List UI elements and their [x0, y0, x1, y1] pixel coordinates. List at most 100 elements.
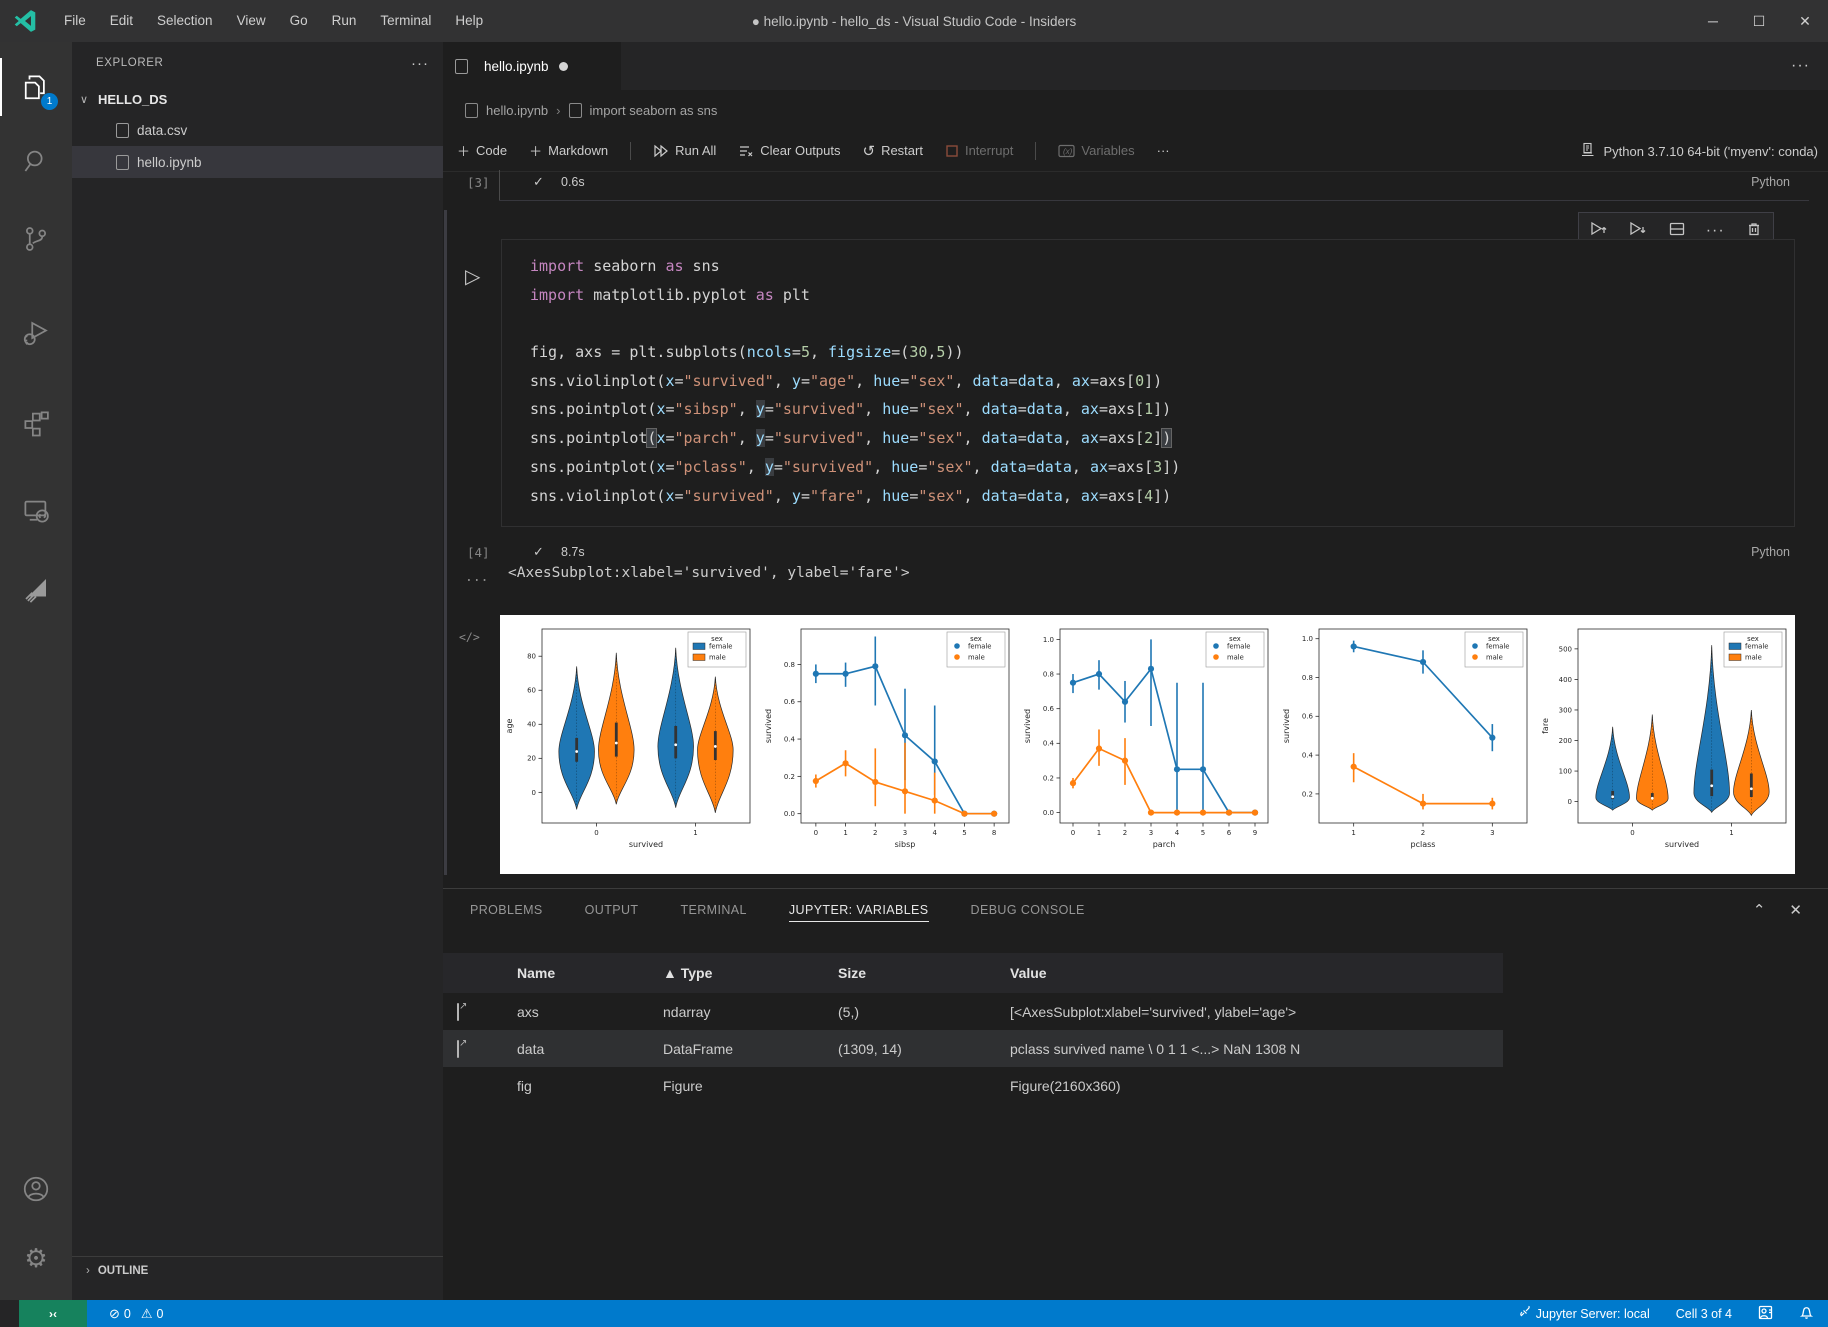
svg-text:female: female: [1227, 643, 1250, 651]
code-line[interactable]: import matplotlib.pyplot as plt: [530, 281, 1794, 310]
breadcrumb-file[interactable]: hello.ipynb: [486, 103, 548, 118]
svg-text:male: male: [968, 654, 985, 662]
menu-item-edit[interactable]: Edit: [98, 0, 145, 42]
sidebar-item-run-debug[interactable]: [0, 304, 72, 362]
open-in-data-viewer-icon[interactable]: [457, 1040, 459, 1058]
menu-item-help[interactable]: Help: [443, 0, 495, 42]
code-line[interactable]: sns.pointplot(x="pclass", y="survived", …: [530, 453, 1794, 482]
account-icon[interactable]: [0, 1160, 72, 1218]
run-cell-button[interactable]: ▷: [465, 264, 480, 289]
run-all-button[interactable]: Run All: [653, 143, 716, 159]
remote-indicator[interactable]: ›‹: [19, 1300, 87, 1327]
maximize-icon[interactable]: ☐: [1736, 0, 1782, 42]
menu-item-go[interactable]: Go: [278, 0, 320, 42]
explorer-more-icon[interactable]: ···: [411, 55, 429, 72]
panel-tab-problems[interactable]: PROBLEMS: [470, 903, 543, 921]
code-line[interactable]: sns.pointplot(x="parch", y="survived", h…: [530, 424, 1794, 453]
clear-outputs-button[interactable]: Clear Outputs: [738, 143, 840, 159]
interrupt-kernel-button: Interrupt: [945, 143, 1013, 158]
svg-text:100: 100: [1559, 767, 1572, 775]
editor-actions-more-icon[interactable]: ···: [1791, 42, 1810, 90]
tab-hello-ipynb[interactable]: hello.ipynb: [443, 42, 621, 90]
cell-more-actions-icon[interactable]: ···: [1706, 222, 1725, 240]
svg-text:2: 2: [1123, 829, 1127, 837]
variable-row-data[interactable]: dataDataFrame(1309, 14)pclass survived n…: [443, 1030, 1503, 1067]
run-all-icon: [653, 143, 669, 159]
breadcrumb-symbol[interactable]: import seaborn as sns: [590, 103, 718, 118]
cell4-execution-count: [4]: [467, 545, 490, 560]
code-line[interactable]: fig, axs = plt.subplots(ncols=5, figsize…: [530, 338, 1794, 367]
add-code-cell-button[interactable]: ＋Code: [457, 141, 507, 160]
cell3-execution-count: [3]: [467, 175, 490, 190]
toolbar-more-icon[interactable]: ···: [1157, 143, 1170, 158]
panel-tab-jupyter-variables[interactable]: JUPYTER: VARIABLES: [789, 903, 929, 922]
sidebar-item-explorer[interactable]: 1: [0, 58, 72, 116]
menu-item-selection[interactable]: Selection: [145, 0, 225, 42]
panel-tab-output[interactable]: OUTPUT: [585, 903, 639, 921]
output-marker: ...: [465, 570, 488, 585]
toolbar-divider: [630, 142, 631, 160]
column-header-size[interactable]: Size: [838, 965, 1010, 981]
success-check-icon: ✓: [533, 544, 544, 560]
svg-text:0.8: 0.8: [784, 661, 795, 669]
cell-position-status[interactable]: Cell 3 of 4: [1676, 1307, 1732, 1321]
menu-item-terminal[interactable]: Terminal: [368, 0, 443, 42]
menu-item-run[interactable]: Run: [320, 0, 369, 42]
panel-close-icon[interactable]: ✕: [1789, 901, 1802, 919]
svg-text:female: female: [709, 643, 732, 651]
kernel-picker[interactable]: Python 3.7.10 64-bit ('myenv': conda): [1580, 130, 1818, 172]
open-in-data-viewer-icon[interactable]: [457, 1003, 459, 1021]
breadcrumb[interactable]: hello.ipynb › import seaborn as sns: [443, 90, 1828, 130]
restart-kernel-button[interactable]: ↺ Restart: [862, 142, 922, 160]
column-header-value[interactable]: Value: [1010, 965, 1503, 981]
connect-icon: [1518, 1305, 1532, 1322]
svg-text:0: 0: [594, 829, 598, 837]
notebook-toolbar: ＋Code ＋Markdown Run All Clear Outputs ↺ …: [443, 130, 1828, 172]
feedback-icon[interactable]: [1758, 1305, 1773, 1323]
cell4-language[interactable]: Python: [1751, 545, 1790, 559]
menu-bar[interactable]: FileEditSelectionViewGoRunTerminalHelp: [52, 0, 495, 42]
variable-row-fig[interactable]: figFigureFigure(2160x360): [443, 1067, 1503, 1104]
code-line[interactable]: sns.violinplot(x="survived", y="age", hu…: [530, 367, 1794, 396]
column-header-name[interactable]: Name: [517, 965, 663, 981]
clear-outputs-icon: [738, 143, 754, 159]
sidebar-item-source-control[interactable]: [0, 210, 72, 268]
code-line[interactable]: sns.pointplot(x="sibsp", y="survived", h…: [530, 395, 1794, 424]
variable-row-axs[interactable]: axsndarray(5,)[<AxesSubplot:xlabel='surv…: [443, 993, 1503, 1030]
add-markdown-cell-button[interactable]: ＋Markdown: [529, 141, 608, 160]
code-line[interactable]: [530, 309, 1794, 338]
menu-item-file[interactable]: File: [52, 0, 98, 42]
svg-text:3: 3: [903, 829, 907, 837]
explorer-sidebar: EXPLORER ··· ∨ HELLO_DS data.csvhello.ip…: [72, 42, 443, 1300]
code-line[interactable]: sns.violinplot(x="survived", y="fare", h…: [530, 482, 1794, 511]
code-editor[interactable]: import seaborn as snsimport matplotlib.p…: [501, 239, 1795, 527]
folder-hello-ds[interactable]: ∨ HELLO_DS: [72, 84, 443, 114]
sidebar-item-jupyter[interactable]: [0, 560, 72, 618]
notifications-bell-icon[interactable]: [1799, 1305, 1814, 1323]
close-icon[interactable]: ✕: [1782, 0, 1828, 42]
code-line[interactable]: import seaborn as sns: [530, 252, 1794, 281]
remote-window-icon: ›‹: [49, 1307, 57, 1321]
sidebar-title: EXPLORER: [96, 57, 411, 69]
settings-gear-icon[interactable]: ⚙: [0, 1230, 72, 1288]
problems-status[interactable]: ⊘0 ⚠0: [109, 1306, 163, 1322]
svg-text:2: 2: [1421, 829, 1425, 837]
chevron-down-icon: ∨: [80, 93, 98, 106]
svg-text:60: 60: [527, 687, 536, 695]
minimize-icon[interactable]: ─: [1690, 0, 1736, 42]
jupyter-server-status[interactable]: Jupyter Server: local: [1518, 1305, 1650, 1322]
sidebar-item-remote-explorer[interactable]: [0, 482, 72, 540]
file-item-data.csv[interactable]: data.csv: [72, 114, 443, 146]
outline-section[interactable]: › OUTLINE: [72, 1256, 443, 1284]
file-item-hello.ipynb[interactable]: hello.ipynb: [72, 146, 443, 178]
panel-tab-debug-console[interactable]: DEBUG CONSOLE: [971, 903, 1085, 921]
panel-tab-terminal[interactable]: TERMINAL: [680, 903, 746, 921]
panel-maximize-icon[interactable]: ⌃: [1753, 901, 1766, 919]
kernel-icon: [1580, 142, 1596, 161]
subplot-survived-fare: 010020030040050001survivedfaresexfemalem…: [1536, 615, 1795, 874]
column-header-type[interactable]: ▲ Type: [663, 965, 838, 981]
menu-item-view[interactable]: View: [225, 0, 278, 42]
cell3-language[interactable]: Python: [1751, 175, 1790, 189]
sidebar-item-extensions[interactable]: [0, 394, 72, 452]
sidebar-item-search[interactable]: [0, 132, 72, 190]
